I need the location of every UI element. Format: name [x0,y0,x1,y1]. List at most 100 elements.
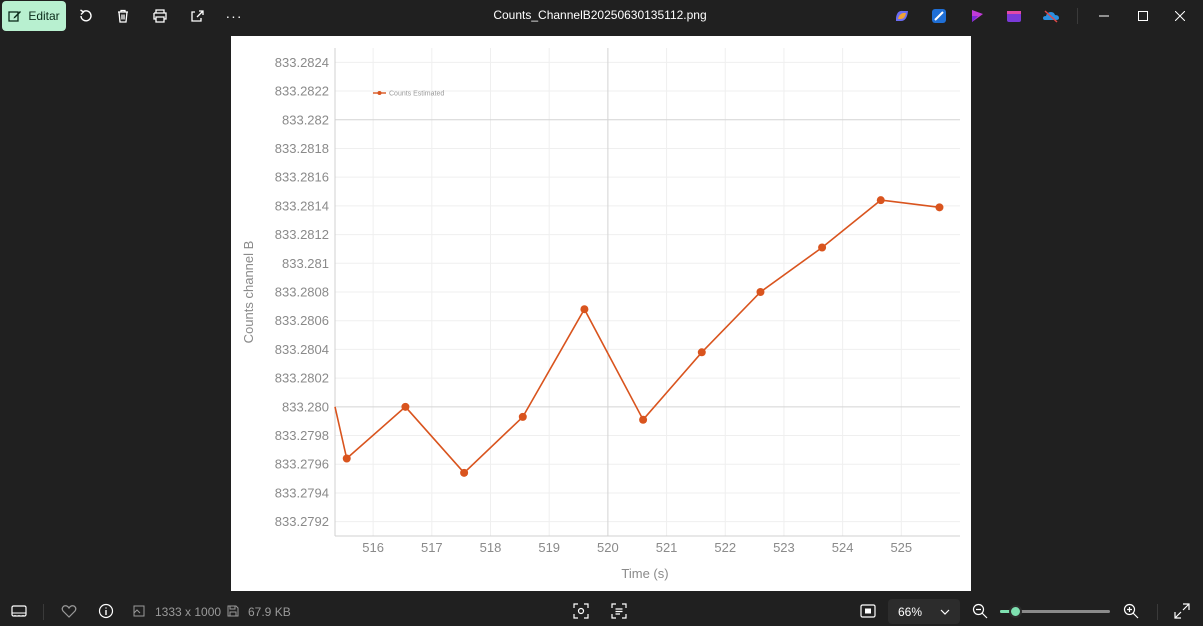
data-point [342,454,351,463]
y-tick-label: 833.280 [282,399,329,414]
top-toolbar: Editar ··· Counts_ChannelB20250630135112… [0,0,1203,32]
zoom-level-dropdown[interactable]: 66% [888,599,960,624]
x-tick-labels: 516 517 518 519 520 521 522 523 524 525 [362,540,912,555]
rotate-icon [80,9,92,22]
y-tick-label: 833.2794 [275,485,329,500]
status-divider [43,604,44,620]
y-tick-label: 833.281 [282,256,329,271]
designer-icon [932,9,946,23]
data-point [460,468,469,477]
x-tick-label: 516 [362,540,384,555]
y-axis-label: Counts channel B [241,241,256,344]
minor-grid [335,48,960,536]
print-icon [153,9,167,23]
image-dimensions: 1333 x 1000 [155,605,222,619]
data-point [580,305,589,314]
data-point [401,402,410,411]
file-size-icon [226,602,240,620]
y-tick-label: 833.2822 [275,84,329,99]
fit-window-icon [860,604,876,618]
info-icon [98,603,114,619]
x-tick-label: 524 [832,540,854,555]
y-tick-labels: 833.2792833.2794833.2796833.2798833.2808… [275,55,329,529]
x-axis-label: Time (s) [621,566,668,581]
y-tick-label: 833.2806 [275,313,329,328]
data-point [818,243,827,252]
more-icon: ··· [225,8,243,24]
x-tick-label: 517 [421,540,443,555]
y-tick-label: 833.2792 [275,514,329,529]
image-canvas: 833.2792 833.2794 833.2796 833.2798 833.280 8… [231,36,971,591]
favorite-button[interactable] [60,602,78,620]
y-tick-label: 833.2814 [275,198,329,213]
close-icon [1175,11,1185,21]
fit-to-window-button[interactable] [859,602,877,620]
zoom-level-value: 66% [898,604,923,619]
video-editor-icon [1007,11,1021,22]
filmstrip-icon [11,605,27,617]
print-button[interactable] [148,4,172,28]
delete-button[interactable] [111,4,135,28]
zoom-out-button[interactable] [971,602,989,620]
filmstrip-button[interactable] [10,602,28,620]
y-tick-label: 833.2798 [275,428,329,443]
x-tick-label: 521 [656,540,678,555]
toolbar-divider [1077,8,1078,24]
x-tick-label: 520 [597,540,619,555]
copilot-icon [896,10,908,21]
file-info-button[interactable] [97,602,115,620]
more-options-button[interactable]: ··· [222,4,246,28]
x-tick-label: 522 [714,540,736,555]
series-line [334,199,940,474]
edit-icon [8,11,22,22]
data-point [697,348,706,357]
x-tick-label: 523 [773,540,795,555]
y-tick-label: 833.2808 [275,285,329,300]
zoom-slider[interactable] [1000,605,1110,618]
text-scan-button[interactable] [610,602,628,620]
data-point [639,415,648,424]
fullscreen-button[interactable] [1173,602,1191,620]
y-tick-label: 833.2824 [275,55,329,70]
data-point [518,412,527,421]
status-divider-right [1157,604,1158,620]
minimize-icon [1099,15,1109,17]
x-tick-label: 519 [538,540,560,555]
data-point [756,288,765,296]
onedrive-button[interactable] [1039,4,1063,28]
close-button[interactable] [1157,0,1203,32]
edit-button[interactable]: Editar [2,1,66,31]
zoom-out-icon [972,603,988,619]
series-counts-estimated [334,196,944,477]
trash-icon [118,9,128,23]
video-editor-button[interactable] [1002,4,1026,28]
dimensions-icon [132,602,146,620]
designer-button[interactable] [927,4,951,28]
maximize-icon [1138,11,1148,21]
y-tick-label: 833.2816 [275,170,329,185]
onedrive-icon [1043,10,1059,23]
clipchamp-button[interactable] [965,4,989,28]
share-button[interactable] [185,4,209,28]
zoom-in-button[interactable] [1122,602,1140,620]
y-tick-label: 833.2812 [275,227,329,242]
zoom-in-icon [1123,603,1139,619]
heart-icon [61,605,77,618]
window-title: Counts_ChannelB20250630135112.png [493,8,707,22]
data-point [876,196,885,205]
y-tick-label: 833.282 [282,112,329,127]
zoom-slider-thumb[interactable] [1008,605,1022,618]
rotate-button[interactable] [74,4,98,28]
y-tick-label: 833.2796 [275,457,329,472]
line-chart: 833.2792833.2794833.2796833.2798833.2808… [241,48,960,581]
bottom-status-bar: 1333 x 1000 67.9 KB 66% [0,597,1203,626]
chevron-down-icon [940,609,950,615]
visual-search-button[interactable] [572,602,590,620]
x-tick-label: 525 [890,540,912,555]
share-icon [191,10,204,22]
y-tick-label: 833.2802 [275,371,329,386]
edit-button-label: Editar [28,9,60,23]
copilot-button[interactable] [890,4,914,28]
expand-icon [1174,603,1190,619]
visual-search-icon [573,603,589,619]
